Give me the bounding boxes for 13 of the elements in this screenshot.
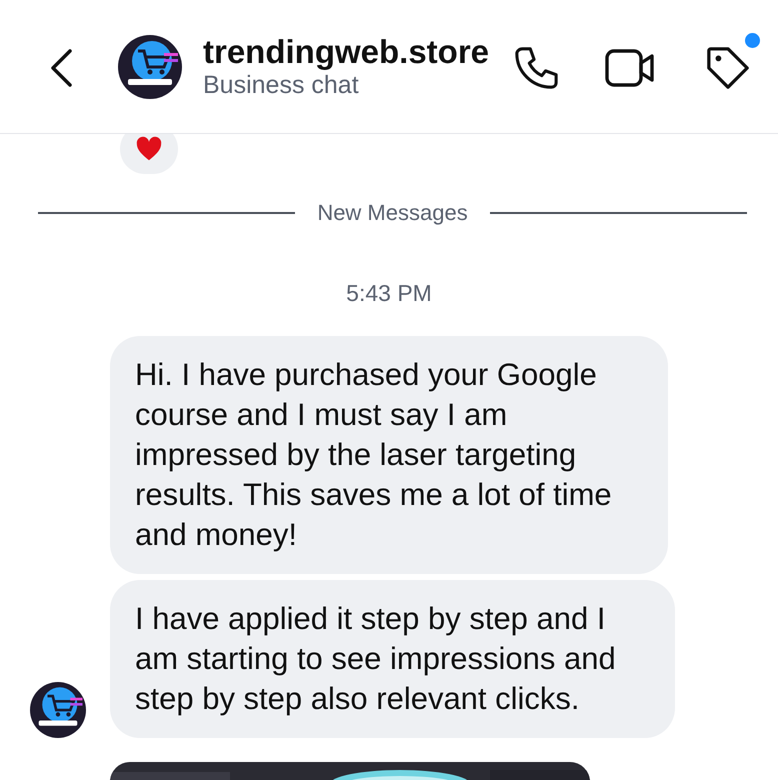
message-timestamp: 5:43 PM [345,280,433,304]
tag-icon[interactable] [705,44,752,90]
heart-icon [135,136,163,162]
chat-subtitle: Business chat [203,70,360,100]
video-camera-icon[interactable] [605,48,656,88]
message-bubble: I have applied it step by step and I am starting to see impressions and step by step also relevant clicks. [110,580,675,738]
new-messages-divider-label: New Messages [316,200,469,226]
back-icon[interactable] [49,48,73,88]
store-logo-avatar [30,682,86,738]
store-logo-avatar [118,34,182,98]
message-bubble: Hi. I have purchased your Google course and I must say I am impressed by the laser targeting results. This saves me a lot of time and money! [110,336,668,574]
chat-title: trendingweb.store [203,34,490,70]
phone-icon[interactable] [513,44,560,90]
